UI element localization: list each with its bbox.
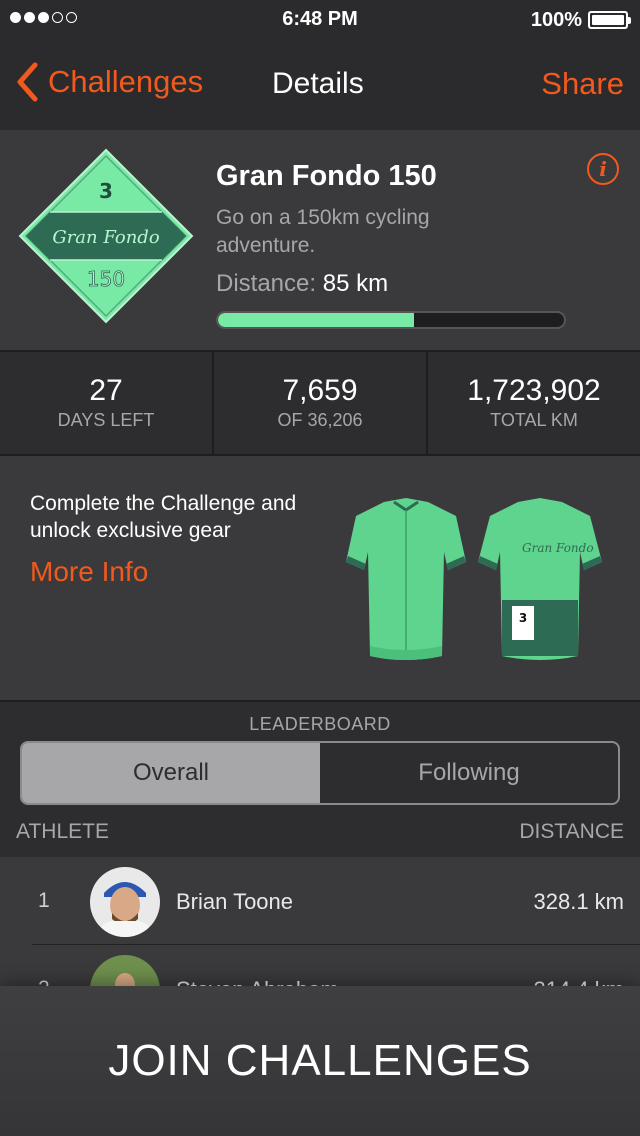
badge-rank: 3 — [99, 179, 113, 203]
stat-label: OF 36,206 — [277, 410, 363, 430]
challenge-badge: 3 Gran Fondo 150 — [18, 148, 194, 324]
battery-icon — [588, 11, 631, 29]
column-distance: DISTANCE — [519, 820, 624, 843]
info-icon[interactable]: i — [586, 152, 620, 186]
progress-fill — [218, 313, 415, 327]
badge-name: Gran Fondo — [52, 227, 159, 248]
svg-text:3: 3 — [519, 611, 527, 625]
stat-days-left: 27 DAYS LEFT — [0, 352, 214, 454]
leaderboard-segmented-control: Overall Following — [20, 741, 620, 805]
tab-overall[interactable]: Overall — [22, 743, 320, 803]
stat-total-km: 1,723,902 TOTAL KM — [428, 352, 640, 454]
column-athlete: ATHLETE — [16, 820, 109, 843]
more-info-link[interactable]: More Info — [30, 556, 148, 588]
leaderboard-column-headers: ATHLETE DISTANCE — [16, 820, 624, 844]
athlete-avatar — [90, 867, 160, 937]
stat-label: TOTAL KM — [490, 410, 578, 430]
svg-text:i: i — [599, 157, 607, 181]
stat-label: DAYS LEFT — [57, 410, 155, 430]
challenge-description: Go on a 150km cycling adventure. — [216, 206, 430, 257]
challenge-title: Gran Fondo 150 — [216, 160, 437, 192]
leaderboard-title: LEADERBOARD — [249, 714, 391, 734]
back-button-label: Challenges — [48, 64, 204, 99]
challenge-header: 3 Gran Fondo 150 Gran Fondo 150 Go on a … — [0, 130, 640, 352]
status-bar: 6:48 PM 100% — [0, 0, 640, 40]
stat-participants: 7,659 OF 36,206 — [214, 352, 428, 454]
badge-distance: 150 — [87, 267, 125, 291]
tab-following[interactable]: Following — [320, 743, 618, 803]
distance-value: 85 km — [322, 270, 389, 297]
jersey-back-image: 3 Gran Fondo — [478, 498, 602, 660]
stat-value: 7,659 — [282, 374, 358, 407]
challenge-stats: 27 DAYS LEFT 7,659 OF 36,206 1,723,902 T… — [0, 352, 640, 456]
distance-label: Distance: — [216, 270, 317, 297]
gear-promo: Complete the Challenge and unlock exclus… — [0, 456, 640, 702]
athlete-name: Brian Toone — [176, 889, 294, 914]
stat-value: 27 — [89, 374, 123, 407]
navigation-bar: Challenges Details Share — [0, 40, 640, 130]
join-challenges-label: JOIN CHALLENGES — [108, 1036, 532, 1085]
jersey-front-image — [346, 498, 466, 660]
back-button[interactable]: Challenges — [16, 62, 203, 102]
chevron-left-icon — [17, 62, 38, 102]
athlete-rank: 1 — [38, 889, 50, 912]
share-button[interactable]: Share — [541, 66, 624, 102]
athlete-distance: 328.1 km — [533, 889, 625, 914]
battery-percent: 100% — [530, 9, 582, 31]
challenge-distance: Distance: 85 km — [216, 270, 388, 298]
gear-promo-text: Complete the Challenge and unlock exclus… — [30, 492, 297, 542]
svg-text:Gran Fondo: Gran Fondo — [522, 541, 594, 555]
stat-value: 1,723,902 — [467, 374, 601, 407]
leaderboard-row[interactable]: 1 Brian Toone 328.1 km — [0, 857, 640, 945]
join-challenges-button[interactable]: JOIN CHALLENGES — [0, 986, 640, 1136]
challenge-progress-bar — [216, 311, 566, 329]
page-title: Details — [272, 67, 364, 100]
